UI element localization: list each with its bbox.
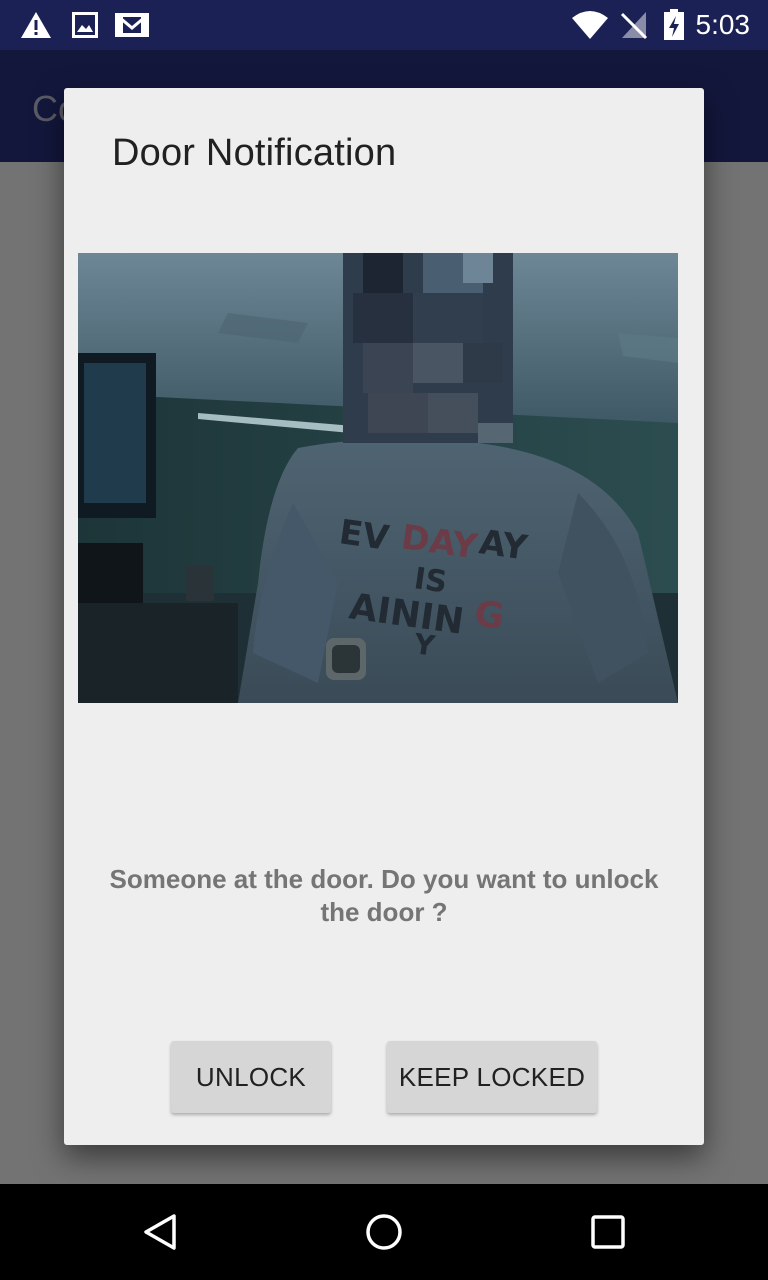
svg-text:EV: EV [337, 512, 392, 559]
navigation-bar [0, 1184, 768, 1280]
recents-icon[interactable] [588, 1212, 628, 1252]
svg-text:G: G [472, 593, 507, 638]
unlock-button[interactable]: UNLOCK [171, 1041, 331, 1113]
status-time: 5:03 [695, 9, 751, 40]
wifi-icon [571, 10, 609, 40]
keep-locked-button[interactable]: KEEP LOCKED [387, 1041, 597, 1113]
status-bar: 5:03 [0, 0, 768, 50]
door-camera-photo: EV DAY AY IS AININ G Y [78, 253, 678, 703]
door-notification-dialog: Door Notification EV DAY AY IS AININ G Y… [64, 88, 704, 1145]
image-icon [72, 10, 98, 40]
battery-charging-icon [663, 9, 685, 40]
dialog-message: Someone at the door. Do you want to unlo… [109, 864, 659, 927]
home-icon[interactable] [364, 1212, 404, 1252]
warning-icon [20, 10, 52, 40]
gmail-icon [114, 10, 150, 40]
dialog-title: Door Notification [112, 132, 397, 174]
no-signal-icon [620, 10, 648, 40]
svg-text:AY: AY [477, 522, 530, 568]
back-icon[interactable] [140, 1212, 180, 1252]
